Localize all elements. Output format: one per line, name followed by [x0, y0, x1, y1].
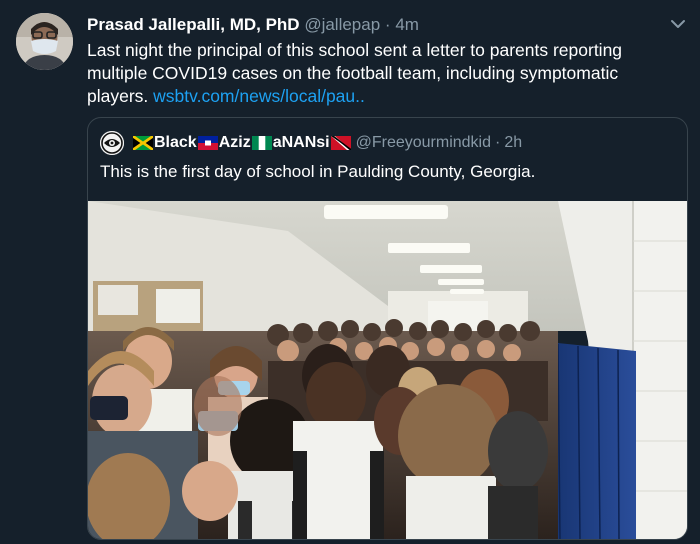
person-with-mask-avatar — [16, 13, 73, 70]
quoted-name-part-2[interactable]: Aziz — [219, 131, 251, 155]
trinidad-flag-icon — [330, 136, 351, 150]
author-handle[interactable]: @jallepap — [304, 15, 380, 34]
tweet-text: Last night the principal of this school … — [87, 39, 677, 108]
tweet-link[interactable]: wsbtv.com/news/local/pau.. — [153, 86, 365, 106]
tweet-menu-button[interactable] — [668, 16, 688, 32]
quoted-name-part-3[interactable]: aNANsi — [273, 131, 330, 155]
eye-logo-avatar — [100, 131, 124, 155]
quoted-separator-dot: · — [495, 134, 501, 151]
jamaica-flag-icon — [133, 136, 153, 150]
nigeria-flag-icon — [251, 136, 272, 150]
quoted-author-avatar[interactable] — [100, 131, 124, 155]
author-name[interactable]: Prasad Jallepalli, MD, PhD — [87, 15, 300, 34]
quoted-handle[interactable]: @Freeyourmindkid — [356, 131, 491, 155]
quoted-tweet-header: Black Aziz aNANsi @Freeyourmindkid · 2h — [132, 131, 522, 155]
haiti-flag-icon — [197, 136, 218, 150]
hallway-photo[interactable] — [88, 201, 687, 539]
quoted-tweet[interactable]: Black Aziz aNANsi @Freeyourmindkid · 2h … — [87, 117, 688, 540]
tweet[interactable]: Prasad Jallepalli, MD, PhD @jallepap · 4… — [0, 0, 700, 544]
quoted-tweet-text: This is the first day of school in Pauld… — [100, 162, 536, 181]
author-avatar[interactable] — [16, 13, 73, 70]
chevron-down-icon — [671, 20, 685, 28]
tweet-timestamp[interactable]: 4m — [395, 15, 419, 34]
quoted-name-part-1[interactable]: Black — [154, 131, 197, 155]
tweet-header: Prasad Jallepalli, MD, PhD @jallepap · 4… — [87, 14, 419, 36]
quoted-timestamp[interactable]: 2h — [504, 131, 522, 155]
crowded-hallway-image — [88, 201, 687, 539]
separator-dot: · — [384, 15, 391, 34]
